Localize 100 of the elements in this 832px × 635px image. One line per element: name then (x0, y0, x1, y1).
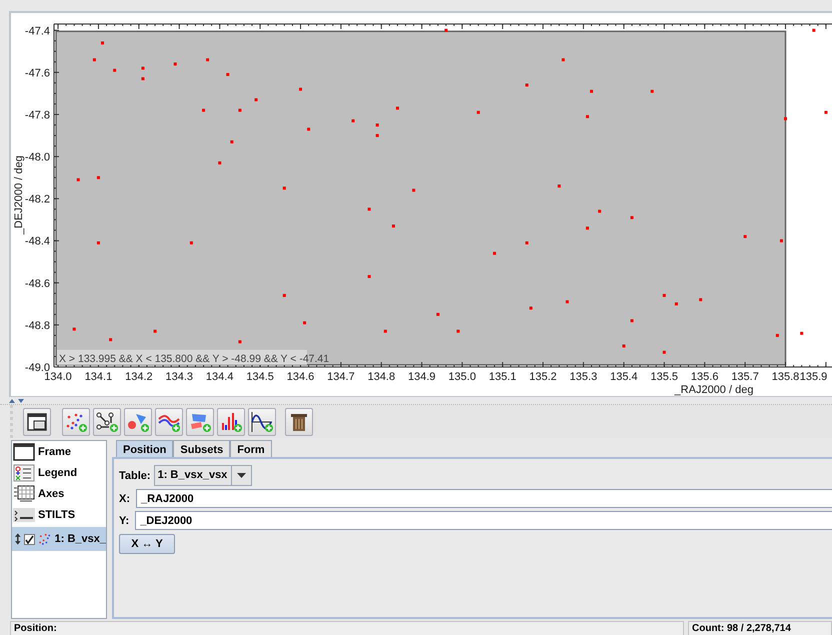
trash-icon (290, 412, 308, 432)
data-point (254, 98, 258, 102)
field-label: Table: (119, 470, 151, 482)
tick-label: 135.1 (488, 371, 516, 383)
control-label: Frame (38, 446, 72, 458)
table-dropdown[interactable]: 1: B_vsx_vsx (154, 465, 252, 486)
data-point (368, 275, 371, 278)
data-point (812, 28, 816, 32)
data-point (412, 188, 416, 192)
tick-label: 134.5 (246, 371, 274, 383)
tab[interactable]: Position (116, 440, 174, 458)
collapse-arrows-icon[interactable] (8, 398, 26, 404)
data-point (436, 312, 440, 316)
data-point (586, 115, 589, 118)
data-point (72, 328, 76, 331)
tick-label: 135.0 (448, 371, 476, 383)
tab[interactable]: Subsets (173, 440, 230, 458)
data-point (824, 110, 828, 114)
add-layer-button[interactable] (248, 408, 276, 436)
position-status: Position: (10, 621, 684, 635)
data-point (299, 88, 302, 91)
data-point (303, 321, 306, 324)
tick-label: 135.4 (610, 371, 638, 383)
data-point (282, 186, 286, 190)
data-point (368, 208, 371, 211)
layer-item[interactable]: 1: B_vsx_ (12, 527, 106, 551)
tick-label: 134.0 (44, 371, 72, 383)
data-point (141, 66, 144, 70)
data-point (598, 210, 602, 213)
data-point (586, 226, 589, 230)
data-point (92, 58, 96, 62)
data-point (96, 176, 100, 180)
delete-button[interactable] (285, 408, 313, 436)
data-point (226, 73, 230, 76)
tick-label: 134.7 (327, 371, 355, 383)
data-point (562, 58, 565, 62)
data-point (744, 235, 747, 238)
tick-label: -48.6 (24, 278, 50, 290)
tick-label: 134.4 (206, 371, 234, 383)
data-point (376, 124, 379, 126)
data-point (456, 330, 460, 333)
data-point (529, 306, 532, 310)
data-point (282, 294, 286, 297)
add-layer-button[interactable] (155, 408, 183, 436)
tick-label: 134.3 (166, 371, 194, 383)
axis-label: _DEJ2000 / deg (13, 156, 25, 234)
checkbox[interactable] (24, 534, 35, 544)
tick-label: 134.6 (286, 371, 314, 383)
control-item[interactable]: Frame (12, 441, 106, 462)
legend-icon (13, 464, 35, 482)
input-field[interactable]: _DEJ2000 (135, 511, 832, 530)
tab[interactable]: Form (230, 440, 272, 458)
data-point (780, 239, 783, 242)
data-point (650, 90, 654, 93)
data-point (622, 344, 626, 348)
tick-label: -47.6 (24, 67, 50, 80)
swap-button[interactable]: X ↔ Y (119, 534, 175, 554)
add-layer-button[interactable] (23, 408, 51, 436)
data-point (230, 140, 234, 144)
tick-label: -48.8 (24, 320, 50, 332)
control-item[interactable]: STILTS (12, 504, 106, 525)
windows-icon (26, 412, 48, 432)
data-point (392, 224, 395, 228)
tick-label: 134.2 (125, 371, 153, 383)
pairs-add-icon (95, 410, 119, 432)
tick-label: -48.2 (24, 194, 50, 206)
data-point (307, 128, 310, 131)
layer-label: 1: B_vsx_ (54, 533, 106, 545)
control-item[interactable]: Axes (12, 483, 106, 504)
data-point (674, 302, 678, 306)
data-point (525, 84, 528, 87)
data-point (174, 62, 177, 66)
data-point (206, 58, 210, 62)
dropdown-arrow-icon (237, 473, 246, 478)
add-layer-button[interactable] (93, 408, 121, 436)
scatter-add-icon (64, 410, 88, 432)
data-point (444, 28, 448, 32)
tick-label: -47.8 (24, 109, 50, 122)
tick-label: 135.6 (690, 371, 718, 383)
tick-label: 135.8 (772, 371, 800, 383)
data-point (662, 350, 666, 354)
tick-label: 135.9 (800, 371, 828, 383)
data-point (558, 184, 561, 188)
data-point (384, 330, 387, 333)
tick-label: -47.4 (24, 25, 50, 38)
control-item[interactable]: Legend (12, 462, 106, 483)
data-point (396, 106, 400, 110)
function-add-icon (250, 410, 274, 432)
data-point (662, 294, 666, 297)
axis-label: _RAJ2000 / deg (674, 384, 754, 396)
add-layer-button[interactable] (217, 408, 245, 436)
tick-label: -48.0 (24, 152, 50, 164)
data-point (238, 108, 242, 112)
tick-label: -48.4 (24, 236, 50, 248)
data-point (776, 334, 779, 337)
control-label: Axes (38, 488, 64, 500)
data-point (218, 161, 222, 164)
input-field[interactable]: _RAJ2000 (136, 489, 832, 508)
drag-handle-icon[interactable] (15, 531, 21, 547)
data-point (109, 338, 112, 342)
